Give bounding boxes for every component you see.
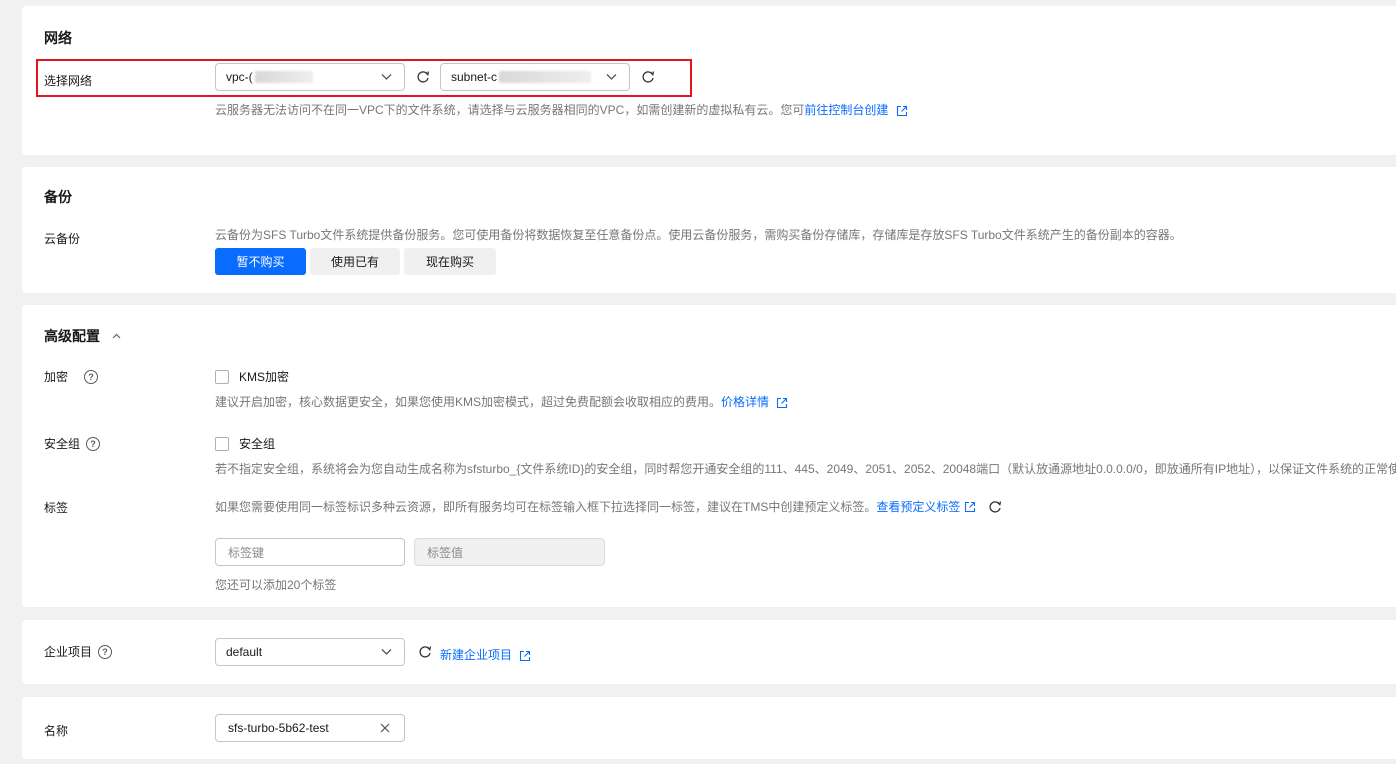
- chevron-down-icon: [381, 649, 392, 655]
- encryption-label-text: 加密: [44, 370, 69, 384]
- help-icon[interactable]: ?: [84, 369, 99, 384]
- advanced-card: 高级配置 加密 ? KMS加密 建议开启加密，核心数据更安全，如果您使用KMS加…: [22, 305, 1396, 607]
- network-hint: 云服务器无法访问不在同一VPC下的文件系统，请选择与云服务器相同的VPC，如需创…: [215, 101, 908, 118]
- tags-remaining-hint: 您还可以添加20个标签: [215, 578, 337, 592]
- create-vpc-link[interactable]: 前往控制台创建: [804, 103, 888, 117]
- network-hint-text: 云服务器无法访问不在同一VPC下的文件系统，请选择与云服务器相同的VPC，如需创…: [215, 103, 805, 117]
- enterprise-project-label-text: 企业项目: [44, 645, 93, 659]
- security-group-checkbox[interactable]: [215, 436, 229, 451]
- external-link-icon: [896, 105, 907, 116]
- encryption-label: 加密 ?: [44, 368, 99, 385]
- view-predefined-tags-link[interactable]: 查看预定义标签: [876, 498, 960, 515]
- security-group-label: 安全组 ?: [44, 435, 101, 452]
- create-enterprise-project-link[interactable]: 新建企业项目: [440, 648, 512, 662]
- security-group-hint: 若不指定安全组，系统将会为您自动生成名称为sfsturbo_{文件系统ID}的安…: [215, 462, 1396, 476]
- price-details-link[interactable]: 价格详情: [721, 395, 769, 409]
- security-group-checkbox-row[interactable]: 安全组: [215, 435, 275, 452]
- tags-hint: 如果您需要使用同一标签标识多种云资源，即所有服务均可在标签输入框下拉选择同一标签…: [215, 498, 1002, 515]
- backup-card: 备份 云备份 云备份为SFS Turbo文件系统提供备份服务。您可使用备份将数据…: [22, 167, 1396, 293]
- backup-section-title: 备份: [44, 189, 72, 205]
- enterprise-project-card: 企业项目 ? default 新建企业项目: [22, 620, 1396, 684]
- enterprise-project-refresh-icon[interactable]: [418, 645, 432, 659]
- create-enterprise-project-link-wrap: 新建企业项目: [440, 646, 531, 663]
- clear-icon[interactable]: [380, 723, 390, 733]
- kms-encryption-checkbox[interactable]: [215, 369, 229, 384]
- external-link-icon: [965, 501, 976, 512]
- external-link-icon: [520, 650, 531, 661]
- security-group-label-text: 安全组: [44, 437, 81, 451]
- help-icon[interactable]: ?: [86, 436, 101, 451]
- network-highlight-box: [36, 59, 692, 97]
- no-purchase-button[interactable]: 暂不购买: [215, 248, 306, 275]
- backup-hint: 云备份为SFS Turbo文件系统提供备份服务。您可使用备份将数据恢复至任意备份…: [215, 228, 1182, 242]
- buy-now-button[interactable]: 现在购买: [404, 248, 496, 275]
- advanced-title-text: 高级配置: [44, 328, 100, 344]
- name-card: 名称 sfs-turbo-5b62-test: [22, 697, 1396, 759]
- tags-label: 标签: [44, 501, 69, 515]
- use-existing-button[interactable]: 使用已有: [310, 248, 400, 275]
- kms-encryption-checkbox-row[interactable]: KMS加密: [215, 368, 289, 385]
- security-group-checkbox-label: 安全组: [239, 437, 276, 451]
- advanced-section-title[interactable]: 高级配置: [44, 326, 121, 346]
- tag-value-input[interactable]: 标签值: [414, 538, 605, 566]
- encryption-hint: 建议开启加密，核心数据更安全，如果您使用KMS加密模式，超过免费配额会收取相应的…: [215, 393, 788, 410]
- enterprise-project-select[interactable]: default: [215, 638, 405, 666]
- kms-encryption-label: KMS加密: [239, 370, 290, 384]
- encryption-hint-text: 建议开启加密，核心数据更安全，如果您使用KMS加密模式，超过免费配额会收取相应的…: [215, 395, 722, 409]
- chevron-up-icon[interactable]: [112, 333, 121, 339]
- backup-option-group: 暂不购买 使用已有 现在购买: [215, 248, 500, 275]
- tag-key-input[interactable]: 标签键: [215, 538, 405, 566]
- name-input[interactable]: sfs-turbo-5b62-test: [215, 714, 405, 742]
- external-link-icon: [777, 397, 788, 408]
- enterprise-project-value: default: [226, 645, 263, 659]
- cloud-backup-label: 云备份: [44, 232, 81, 246]
- help-icon[interactable]: ?: [98, 644, 113, 659]
- name-value: sfs-turbo-5b62-test: [228, 721, 329, 735]
- tags-hint-text: 如果您需要使用同一标签标识多种云资源，即所有服务均可在标签输入框下拉选择同一标签…: [215, 500, 877, 514]
- name-label: 名称: [44, 724, 69, 738]
- tags-refresh-icon[interactable]: [988, 500, 1002, 514]
- enterprise-project-label: 企业项目 ?: [44, 643, 113, 660]
- network-section-title: 网络: [44, 30, 72, 46]
